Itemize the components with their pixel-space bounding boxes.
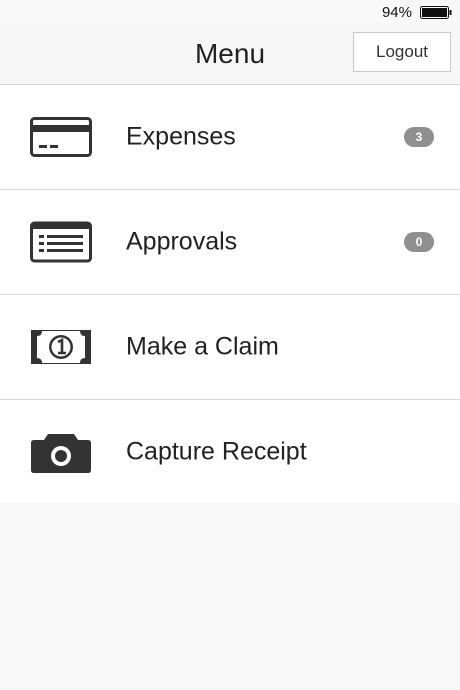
list-card-icon bbox=[30, 221, 92, 263]
credit-card-icon bbox=[30, 117, 92, 157]
menu-item-expenses[interactable]: Expenses 3 bbox=[0, 85, 460, 190]
navigation-bar: Menu Logout bbox=[0, 24, 460, 85]
banknote-icon bbox=[31, 330, 91, 364]
menu-item-label: Expenses bbox=[126, 122, 236, 151]
menu-item-make-a-claim[interactable]: Make a Claim bbox=[0, 295, 460, 400]
menu-list: Expenses 3 Approvals 0 Make a Claim Capt… bbox=[0, 85, 460, 505]
battery-percentage: 94% bbox=[381, 4, 412, 21]
count-badge: 3 bbox=[404, 127, 434, 147]
menu-item-label: Make a Claim bbox=[126, 332, 279, 361]
menu-item-approvals[interactable]: Approvals 0 bbox=[0, 190, 460, 295]
camera-icon bbox=[31, 434, 91, 473]
logout-button[interactable]: Logout bbox=[353, 32, 451, 72]
status-bar: 94% bbox=[0, 0, 460, 24]
battery-icon bbox=[420, 6, 452, 19]
menu-item-capture-receipt[interactable]: Capture Receipt bbox=[0, 400, 460, 505]
menu-item-label: Capture Receipt bbox=[126, 437, 307, 466]
menu-item-label: Approvals bbox=[126, 227, 238, 256]
count-badge: 0 bbox=[404, 232, 434, 252]
empty-area bbox=[0, 503, 460, 690]
